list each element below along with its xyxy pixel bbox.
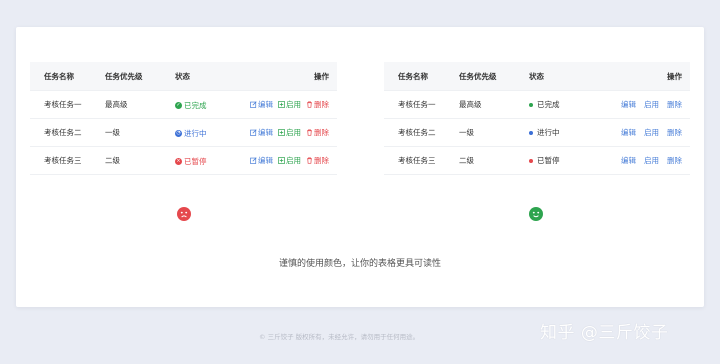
task-name: 考核任务二 bbox=[398, 128, 436, 137]
plus-square-icon bbox=[278, 129, 285, 136]
enable-link[interactable]: 启用 bbox=[644, 99, 659, 110]
table-row: 考核任务二 一级 进行中 编辑 启用 删除 bbox=[384, 119, 690, 147]
task-priority: 一级 bbox=[459, 128, 474, 137]
row-actions: 编辑 启用 删除 bbox=[609, 155, 690, 166]
status-dot-icon bbox=[529, 131, 533, 135]
edit-icon bbox=[250, 157, 257, 164]
delete-link[interactable]: 删除 bbox=[667, 155, 682, 166]
edit-link[interactable]: 编辑 bbox=[621, 155, 636, 166]
table-colored-actions: 任务名称 任务优先级 状态 操作 考核任务一 最高级 ✓ 已完成 编辑 启用 删… bbox=[30, 62, 337, 175]
delete-link[interactable]: 删除 bbox=[667, 99, 682, 110]
edit-icon bbox=[250, 101, 257, 108]
delete-link[interactable]: 删除 bbox=[667, 127, 682, 138]
table-header: 任务名称 任务优先级 状态 操作 bbox=[384, 62, 690, 91]
delete-button[interactable]: 删除 bbox=[306, 127, 329, 138]
happy-face-icon bbox=[529, 207, 543, 221]
task-name: 考核任务一 bbox=[398, 100, 436, 109]
edit-icon bbox=[250, 129, 257, 136]
copyright-footer: © 三斤饺子 版权所有，未经允许，请勿用于任何用途。 bbox=[259, 333, 420, 341]
header-actions: 操作 bbox=[667, 71, 682, 81]
task-priority: 最高级 bbox=[105, 100, 128, 109]
header-status: 状态 bbox=[175, 71, 190, 81]
header-priority: 任务优先级 bbox=[459, 71, 497, 81]
status-dot-icon bbox=[529, 159, 533, 163]
row-actions: 编辑 启用 删除 bbox=[239, 155, 337, 166]
task-name: 考核任务三 bbox=[44, 156, 82, 165]
task-priority: 一级 bbox=[105, 128, 120, 137]
edit-link[interactable]: 编辑 bbox=[621, 127, 636, 138]
enable-button[interactable]: 启用 bbox=[278, 127, 301, 138]
task-name: 考核任务二 bbox=[44, 128, 82, 137]
edit-button[interactable]: 编辑 bbox=[250, 155, 273, 166]
enable-link[interactable]: 启用 bbox=[644, 127, 659, 138]
table-row: 考核任务三 二级 × 已暂停 编辑 启用 删除 bbox=[30, 147, 337, 175]
caption-text: 谨慎的使用颜色，让你的表格更具可读性 bbox=[278, 259, 441, 269]
task-status: 已完成 bbox=[529, 99, 609, 110]
task-status: ✓ 已完成 bbox=[175, 100, 207, 110]
task-status: ◔ 进行中 bbox=[175, 128, 207, 138]
table-subtle-actions: 任务名称 任务优先级 状态 操作 考核任务一 最高级 已完成 编辑 启用 删除 … bbox=[384, 62, 690, 175]
trash-icon bbox=[307, 129, 312, 136]
row-actions: 编辑 启用 删除 bbox=[609, 127, 690, 138]
task-priority: 二级 bbox=[105, 156, 120, 165]
table-row: 考核任务一 最高级 ✓ 已完成 编辑 启用 删除 bbox=[30, 91, 337, 119]
task-name: 考核任务三 bbox=[398, 156, 436, 165]
task-priority: 最高级 bbox=[459, 100, 482, 109]
delete-button[interactable]: 删除 bbox=[306, 99, 329, 110]
header-priority: 任务优先级 bbox=[105, 71, 143, 81]
table-row: 考核任务二 一级 ◔ 进行中 编辑 启用 删除 bbox=[30, 119, 337, 147]
trash-icon bbox=[307, 101, 312, 108]
check-circle-icon: ✓ bbox=[175, 101, 182, 109]
edit-button[interactable]: 编辑 bbox=[250, 99, 273, 110]
sad-face-icon bbox=[177, 207, 191, 221]
delete-button[interactable]: 删除 bbox=[306, 155, 329, 166]
row-actions: 编辑 启用 删除 bbox=[239, 99, 337, 110]
header-actions: 操作 bbox=[314, 71, 329, 81]
task-status: 进行中 bbox=[529, 127, 609, 138]
header-task-name: 任务名称 bbox=[398, 71, 428, 81]
enable-button[interactable]: 启用 bbox=[278, 155, 301, 166]
task-name: 考核任务一 bbox=[44, 100, 82, 109]
plus-square-icon bbox=[278, 101, 285, 108]
row-actions: 编辑 启用 删除 bbox=[609, 99, 690, 110]
x-circle-icon: × bbox=[175, 157, 182, 165]
plus-square-icon bbox=[278, 157, 285, 164]
enable-button[interactable]: 启用 bbox=[278, 99, 301, 110]
edit-link[interactable]: 编辑 bbox=[621, 99, 636, 110]
edit-button[interactable]: 编辑 bbox=[250, 127, 273, 138]
content-card: 任务名称 任务优先级 状态 操作 考核任务一 最高级 ✓ 已完成 编辑 启用 删… bbox=[16, 27, 704, 307]
clock-icon: ◔ bbox=[175, 129, 182, 137]
table-row: 考核任务一 最高级 已完成 编辑 启用 删除 bbox=[384, 91, 690, 119]
table-row: 考核任务三 二级 已暂停 编辑 启用 删除 bbox=[384, 147, 690, 175]
trash-icon bbox=[307, 157, 312, 164]
task-status: 已暂停 bbox=[529, 155, 609, 166]
enable-link[interactable]: 启用 bbox=[644, 155, 659, 166]
status-dot-icon bbox=[529, 103, 533, 107]
row-actions: 编辑 启用 删除 bbox=[239, 127, 337, 138]
header-status: 状态 bbox=[529, 71, 544, 81]
watermark-text: 知乎 @三斤饺子 bbox=[540, 323, 669, 343]
task-status: × 已暂停 bbox=[175, 156, 207, 166]
task-priority: 二级 bbox=[459, 156, 474, 165]
header-task-name: 任务名称 bbox=[44, 71, 74, 81]
table-header: 任务名称 任务优先级 状态 操作 bbox=[30, 62, 337, 91]
